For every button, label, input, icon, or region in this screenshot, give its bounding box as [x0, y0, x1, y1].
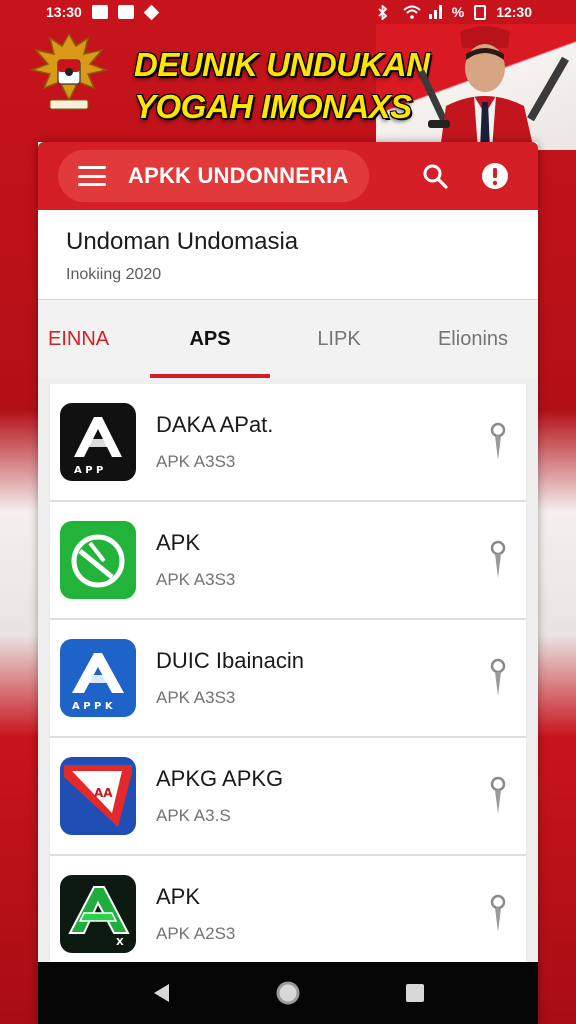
- list-item[interactable]: A P P K DUIC Ibainacin APK A3S3: [50, 620, 526, 738]
- list-item[interactable]: APK APK A3S3: [50, 502, 526, 620]
- battery-icon: [474, 4, 487, 20]
- tab-lipk[interactable]: LIPK: [270, 300, 408, 378]
- recents-icon: [405, 984, 424, 1002]
- app-name: DUIC Ibainacin: [156, 648, 304, 673]
- location-icon: [144, 4, 160, 20]
- app-name: APK: [156, 884, 201, 909]
- banner-headline: DEUNIK UNDUKAN YOGAH IMONAXS: [134, 44, 434, 128]
- garuda-emblem-icon: [29, 32, 109, 110]
- app-list: A P P DAKA APat. APK A3S3 APK APK A3S3 A…: [38, 378, 538, 974]
- page-title: Undoman Undomasia: [66, 228, 299, 255]
- app-name: APKG APKG: [156, 766, 284, 791]
- system-nav-bar: [38, 962, 538, 1024]
- svg-text:X: X: [116, 937, 124, 948]
- status-time-left: 13:30: [46, 4, 82, 20]
- list-item[interactable]: A P P DAKA APat. APK A3S3: [50, 384, 526, 502]
- home-icon: [276, 981, 300, 1005]
- page-header: Undoman Undomasia Inokiing 2020: [38, 210, 538, 300]
- search-icon: [423, 164, 448, 189]
- person-portrait-icon: [417, 26, 569, 150]
- app-meta: APK A2S3: [156, 924, 236, 943]
- status-bar: 13:30 % 12:30: [0, 0, 576, 24]
- info-button[interactable]: [480, 161, 510, 191]
- status-time-right: 12:30: [496, 4, 532, 20]
- banner-line-1: DEUNIK UNDUKAN: [134, 46, 430, 83]
- app-title: APKK UNDONNERIA: [128, 163, 349, 188]
- tab-aps[interactable]: APS: [150, 300, 270, 378]
- list-item[interactable]: X APK APK A2S3: [50, 856, 526, 974]
- app-meta: APK A3S3: [156, 570, 236, 589]
- signal-icon: [428, 5, 442, 19]
- tab-elionins[interactable]: Elionins: [408, 300, 538, 378]
- image-icon: [117, 5, 134, 19]
- svg-text:A P P: A P P: [74, 465, 103, 476]
- apk-a-blue-icon: A P P K: [60, 639, 136, 717]
- app-name: APK: [156, 530, 201, 555]
- apk-a-black-icon: A P P: [60, 403, 136, 481]
- pin-icon[interactable]: [490, 540, 506, 580]
- app-meta: APK A3.S: [156, 806, 231, 825]
- app-window: APKK UNDONNERIA Undoman Undomasia Inokii…: [38, 142, 538, 1024]
- wifi-icon: [403, 5, 421, 19]
- toolbar-title-pill: APKK UNDONNERIA: [58, 150, 369, 202]
- info-icon: [482, 163, 508, 189]
- banner: DEUNIK UNDUKAN YOGAH IMONAXS: [0, 24, 576, 150]
- search-button[interactable]: [420, 161, 450, 191]
- mail-icon: [91, 5, 108, 19]
- home-button[interactable]: [270, 975, 306, 1011]
- bluetooth-icon: [377, 4, 393, 21]
- svg-text:A P P K: A P P K: [72, 701, 114, 712]
- back-icon: [154, 984, 170, 1002]
- app-toolbar: APKK UNDONNERIA: [38, 142, 538, 210]
- apk-red-blue-icon: AA: [60, 757, 136, 835]
- list-item[interactable]: AA APKG APKG APK A3.S: [50, 738, 526, 856]
- banner-line-2: YOGAH IMONAXS: [134, 88, 412, 125]
- battery-text: %: [451, 4, 465, 20]
- apk-green-a-icon: X: [60, 875, 136, 953]
- back-button[interactable]: [143, 975, 179, 1011]
- apk-green-circle-icon: [60, 521, 136, 599]
- app-name: DAKA APat.: [156, 412, 274, 437]
- pin-icon[interactable]: [490, 776, 506, 816]
- tab-einna[interactable]: EINNA: [38, 300, 150, 378]
- menu-icon[interactable]: [78, 166, 106, 186]
- pin-icon[interactable]: [490, 658, 506, 698]
- app-meta: APK A3S3: [156, 452, 236, 471]
- page-subtitle: Inokiing 2020: [66, 266, 162, 283]
- app-meta: APK A3S3: [156, 688, 236, 707]
- recents-button[interactable]: [397, 975, 433, 1011]
- tab-bar: EINNA APS LIPK Elionins: [38, 300, 538, 378]
- pin-icon[interactable]: [490, 422, 506, 462]
- pin-icon[interactable]: [490, 894, 506, 934]
- svg-text:AA: AA: [94, 786, 113, 800]
